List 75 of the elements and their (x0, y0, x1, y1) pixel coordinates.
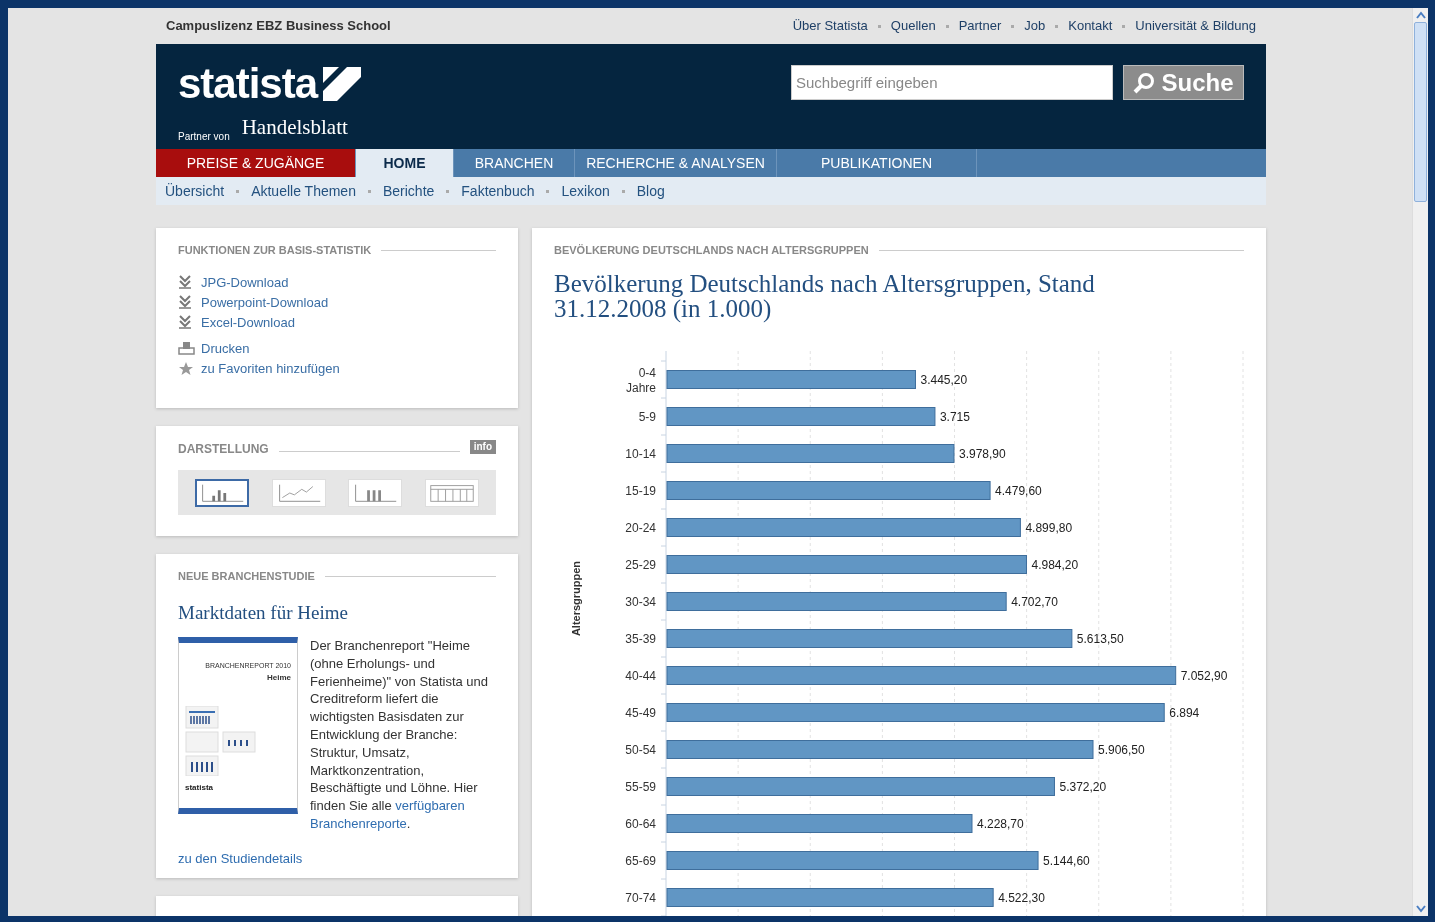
function-link[interactable]: zu Favoriten hinzufügen (201, 358, 340, 379)
category-label: 15-19 (625, 483, 656, 497)
search-field[interactable]: Suchbegriff eingeben (791, 65, 1113, 100)
search-icon (1133, 71, 1156, 94)
category-label: 10-14 (625, 446, 656, 460)
subnav-link[interactable]: Berichte (382, 180, 435, 202)
value-label: 4.479,60 (995, 483, 1042, 497)
top-link[interactable]: Job (1024, 16, 1046, 36)
category-label: 50-54 (625, 742, 656, 756)
value-label: 4.984,20 (1031, 557, 1079, 571)
category-label: 40-44 (625, 668, 656, 682)
category-label: 45-49 (625, 705, 656, 719)
panel-heading: DARSTELLUNG (178, 441, 269, 458)
category-label: 70-74 (625, 890, 656, 904)
value-label: 6.894 (1169, 705, 1200, 719)
value-label: 7.052,90 (1180, 668, 1228, 682)
logo-text: statista (178, 62, 318, 106)
printer-icon (178, 341, 195, 356)
panel-heading: BEVÖLKERUNG DEUTSCHLANDS NACH ALTERSGRUPPEN (554, 243, 869, 258)
cover-subtitle: Heime (266, 671, 291, 684)
value-label: 5.906,50 (1098, 742, 1145, 756)
function-link[interactable]: Excel-Download (201, 312, 295, 333)
category-label: 0-4 Jahre (625, 365, 656, 394)
info-badge[interactable]: info (469, 440, 496, 454)
chart-title: Bevölkerung Deutschlands nach Altersgruppen, Stand 31.12.2008 (in 1.000) (554, 270, 1096, 321)
value-label: 5.372,20 (1059, 779, 1107, 793)
license-label: Campuslizenz EBZ Business School (166, 17, 391, 36)
category-label: 60-64 (625, 816, 656, 830)
value-label: 5.613,50 (1076, 631, 1124, 645)
category-label: 35-39 (625, 631, 656, 645)
value-label: 5.144,60 (1043, 853, 1090, 867)
logo-mark-icon (323, 67, 362, 101)
subnav-link[interactable]: Faktenbuch (461, 180, 535, 202)
function-link[interactable]: Powerpoint-Download (201, 292, 329, 313)
reports-link[interactable]: verfügbaren (395, 798, 465, 814)
panel-heading: FUNKTIONEN ZUR BASIS-STATISTIK (178, 243, 372, 258)
category-label: 20-24 (625, 520, 656, 534)
partner-name: Handelsblatt (241, 114, 348, 141)
value-label: 3.715 (939, 409, 970, 423)
chart-type-button[interactable] (195, 478, 250, 507)
value-label: 4.899,80 (1025, 520, 1073, 534)
nav-tab[interactable]: HOME (356, 149, 454, 177)
category-label: 25-29 (625, 557, 656, 571)
cover-logo: statista (185, 781, 214, 794)
subnav-link[interactable]: Aktuelle Themen (251, 180, 356, 202)
value-label: 4.228,70 (977, 816, 1024, 830)
study-description: Der Branchenreport "Heime (ohne Erholungs- und Ferienheime)" von Statista und Creditreform liefert die wichtigsten Basisdaten zur Entwicklung der Branche: Struktur, Umsatz, Marktkonzentration, Beschäftigte und Löhne. Hier finden Sie alle verfügbaren Branchenreporte. (310, 637, 490, 833)
value-label: 3.978,90 (959, 446, 1006, 460)
top-link[interactable]: Kontakt (1068, 16, 1113, 36)
nav-tab[interactable]: PREISE & ZUGÄNGE (156, 149, 356, 177)
study-title[interactable]: Marktdaten für Heime (178, 598, 496, 627)
category-label: 55-59 (625, 779, 656, 793)
scrollbar-thumb[interactable] (1414, 22, 1427, 202)
category-label: 5-9 (638, 409, 656, 423)
study-details-link[interactable]: zu den Studiendetails (178, 848, 303, 869)
top-link[interactable]: Über Statista (792, 16, 868, 36)
value-label: 4.522,30 (998, 890, 1045, 904)
category-label: 30-34 (625, 594, 656, 608)
subnav-link[interactable]: Lexikon (561, 180, 610, 202)
subnav-link[interactable]: Übersicht (165, 180, 225, 202)
value-label: 4.702,70 (1011, 594, 1058, 608)
top-link[interactable]: Quellen (890, 16, 936, 36)
top-link[interactable]: Universität & Bildung (1135, 16, 1256, 36)
star-icon (178, 361, 195, 376)
subnav-link[interactable]: Blog (636, 180, 665, 202)
function-link[interactable]: Drucken (201, 338, 250, 359)
scrollbar[interactable] (1412, 8, 1428, 916)
axis-title: Altersgruppen (570, 560, 582, 636)
panel-heading: NEUE BRANCHENSTUDIE (178, 569, 315, 584)
top-link[interactable]: Partner (958, 16, 1002, 36)
function-link[interactable]: JPG-Download (201, 272, 289, 293)
value-label: 3.445,20 (920, 372, 968, 386)
reports-link[interactable]: Branchenreporte (310, 815, 407, 831)
category-label: 65-69 (625, 853, 656, 867)
partner-label: Partner von (178, 129, 230, 144)
